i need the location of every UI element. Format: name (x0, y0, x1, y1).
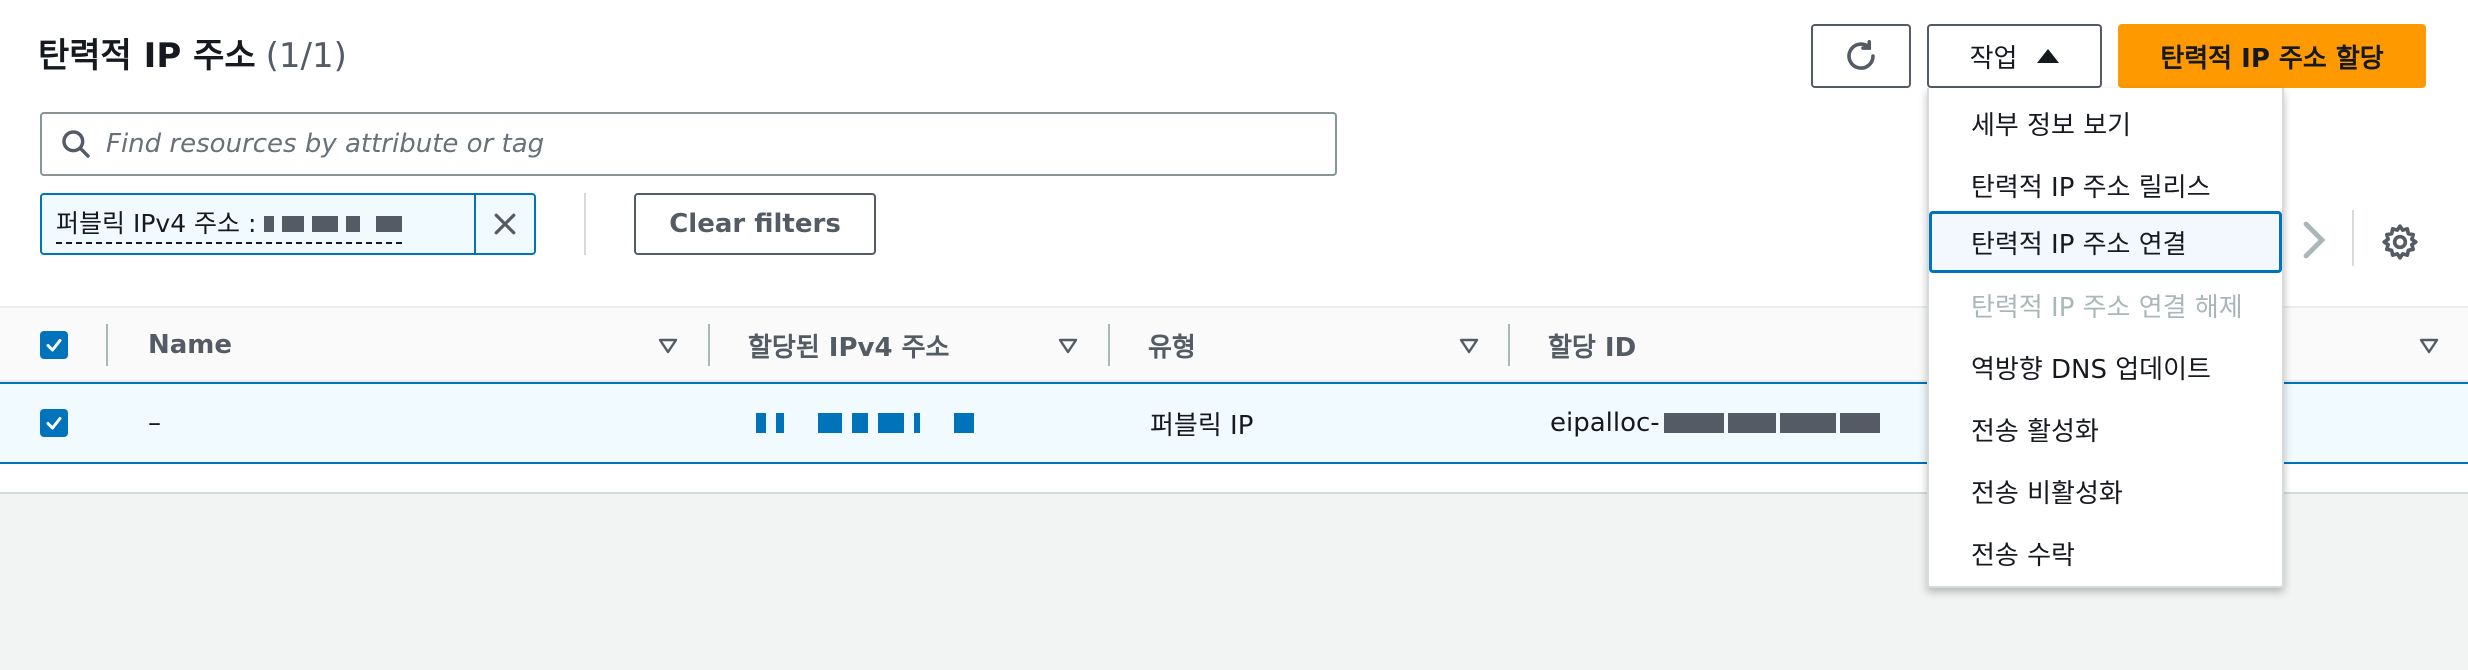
selection-count: (1/1) (265, 36, 347, 76)
column-divider (1508, 324, 1510, 366)
clear-filters-button[interactable]: Clear filters (634, 193, 876, 255)
allocation-id-redacted (1663, 413, 1880, 433)
column-header-ipv4[interactable]: 할당된 IPv4 주소 (748, 308, 949, 382)
search-bar[interactable] (40, 112, 1337, 176)
filter-token: 퍼블릭 IPv4 주소 : (40, 193, 536, 255)
cell-type: 퍼블릭 IP (1150, 410, 1254, 441)
column-header-type[interactable]: 유형 (1148, 308, 1196, 382)
refresh-icon (1847, 39, 1875, 70)
menu-item-associate[interactable]: 탄력적 IP 주소 연결 (1929, 211, 2282, 273)
sort-caret-icon[interactable] (657, 336, 679, 356)
clear-filters-label: Clear filters (669, 209, 841, 239)
filter-token-text[interactable]: 퍼블릭 IPv4 주소 : (42, 195, 476, 253)
allocate-elastic-ip-button[interactable]: 탄력적 IP 주소 할당 (2118, 24, 2426, 88)
actions-button[interactable]: 작업 (1927, 24, 2102, 88)
column-divider (1108, 324, 1110, 366)
cell-name: – (148, 408, 161, 438)
caret-up-icon (2037, 49, 2060, 63)
search-input[interactable] (106, 129, 1306, 159)
menu-item-view-details[interactable]: 세부 정보 보기 (1929, 92, 2282, 154)
close-icon (494, 213, 516, 235)
allocation-id-prefix: eipalloc- (1550, 408, 1660, 438)
cell-ipv4-redacted[interactable] (756, 384, 974, 462)
pager-divider (2352, 210, 2354, 266)
sort-caret-icon[interactable] (1458, 336, 1480, 356)
menu-item-disable-transfer[interactable]: 전송 비활성화 (1929, 460, 2282, 522)
actions-dropdown-menu: 세부 정보 보기 탄력적 IP 주소 릴리스 탄력적 IP 주소 연결 탄력적 … (1927, 88, 2284, 588)
allocate-label: 탄력적 IP 주소 할당 (2160, 43, 2384, 74)
menu-item-disassociate: 탄력적 IP 주소 연결 해제 (1971, 292, 2243, 323)
actions-label: 작업 (1969, 43, 2018, 74)
filter-token-label: 퍼블릭 IPv4 주소 : (56, 204, 403, 244)
chevron-right-icon[interactable] (2302, 220, 2326, 260)
menu-item-release[interactable]: 탄력적 IP 주소 릴리스 (1929, 154, 2282, 216)
menu-item-accept-transfer[interactable]: 전송 수락 (1929, 522, 2282, 584)
column-header-allocation-id[interactable]: 할당 ID (1548, 308, 1636, 382)
page-title-text: 탄력적 IP 주소 (38, 36, 256, 76)
row-checkbox[interactable] (40, 409, 68, 437)
remove-filter-button[interactable] (476, 195, 534, 253)
search-icon (62, 130, 90, 158)
checkmark-icon (46, 417, 62, 430)
page-title: 탄력적 IP 주소 (1/1) (38, 28, 347, 77)
column-header-name[interactable]: Name (148, 308, 232, 382)
filter-token-key: 퍼블릭 IPv4 주소 : (56, 209, 257, 238)
column-divider (708, 324, 710, 366)
checkmark-icon (46, 339, 62, 352)
gear-icon[interactable] (2380, 222, 2420, 262)
filter-token-redacted-value (264, 209, 403, 238)
refresh-button[interactable] (1811, 24, 1911, 88)
menu-item-enable-transfer[interactable]: 전송 활성화 (1929, 398, 2282, 460)
sort-caret-icon[interactable] (2418, 336, 2440, 356)
select-all-checkbox[interactable] (40, 331, 68, 359)
cell-allocation-id: eipalloc- (1550, 384, 1880, 462)
sort-caret-icon[interactable] (1057, 336, 1079, 356)
column-divider (106, 324, 108, 366)
menu-item-update-reverse-dns[interactable]: 역방향 DNS 업데이트 (1929, 336, 2282, 398)
filter-divider (584, 193, 586, 255)
